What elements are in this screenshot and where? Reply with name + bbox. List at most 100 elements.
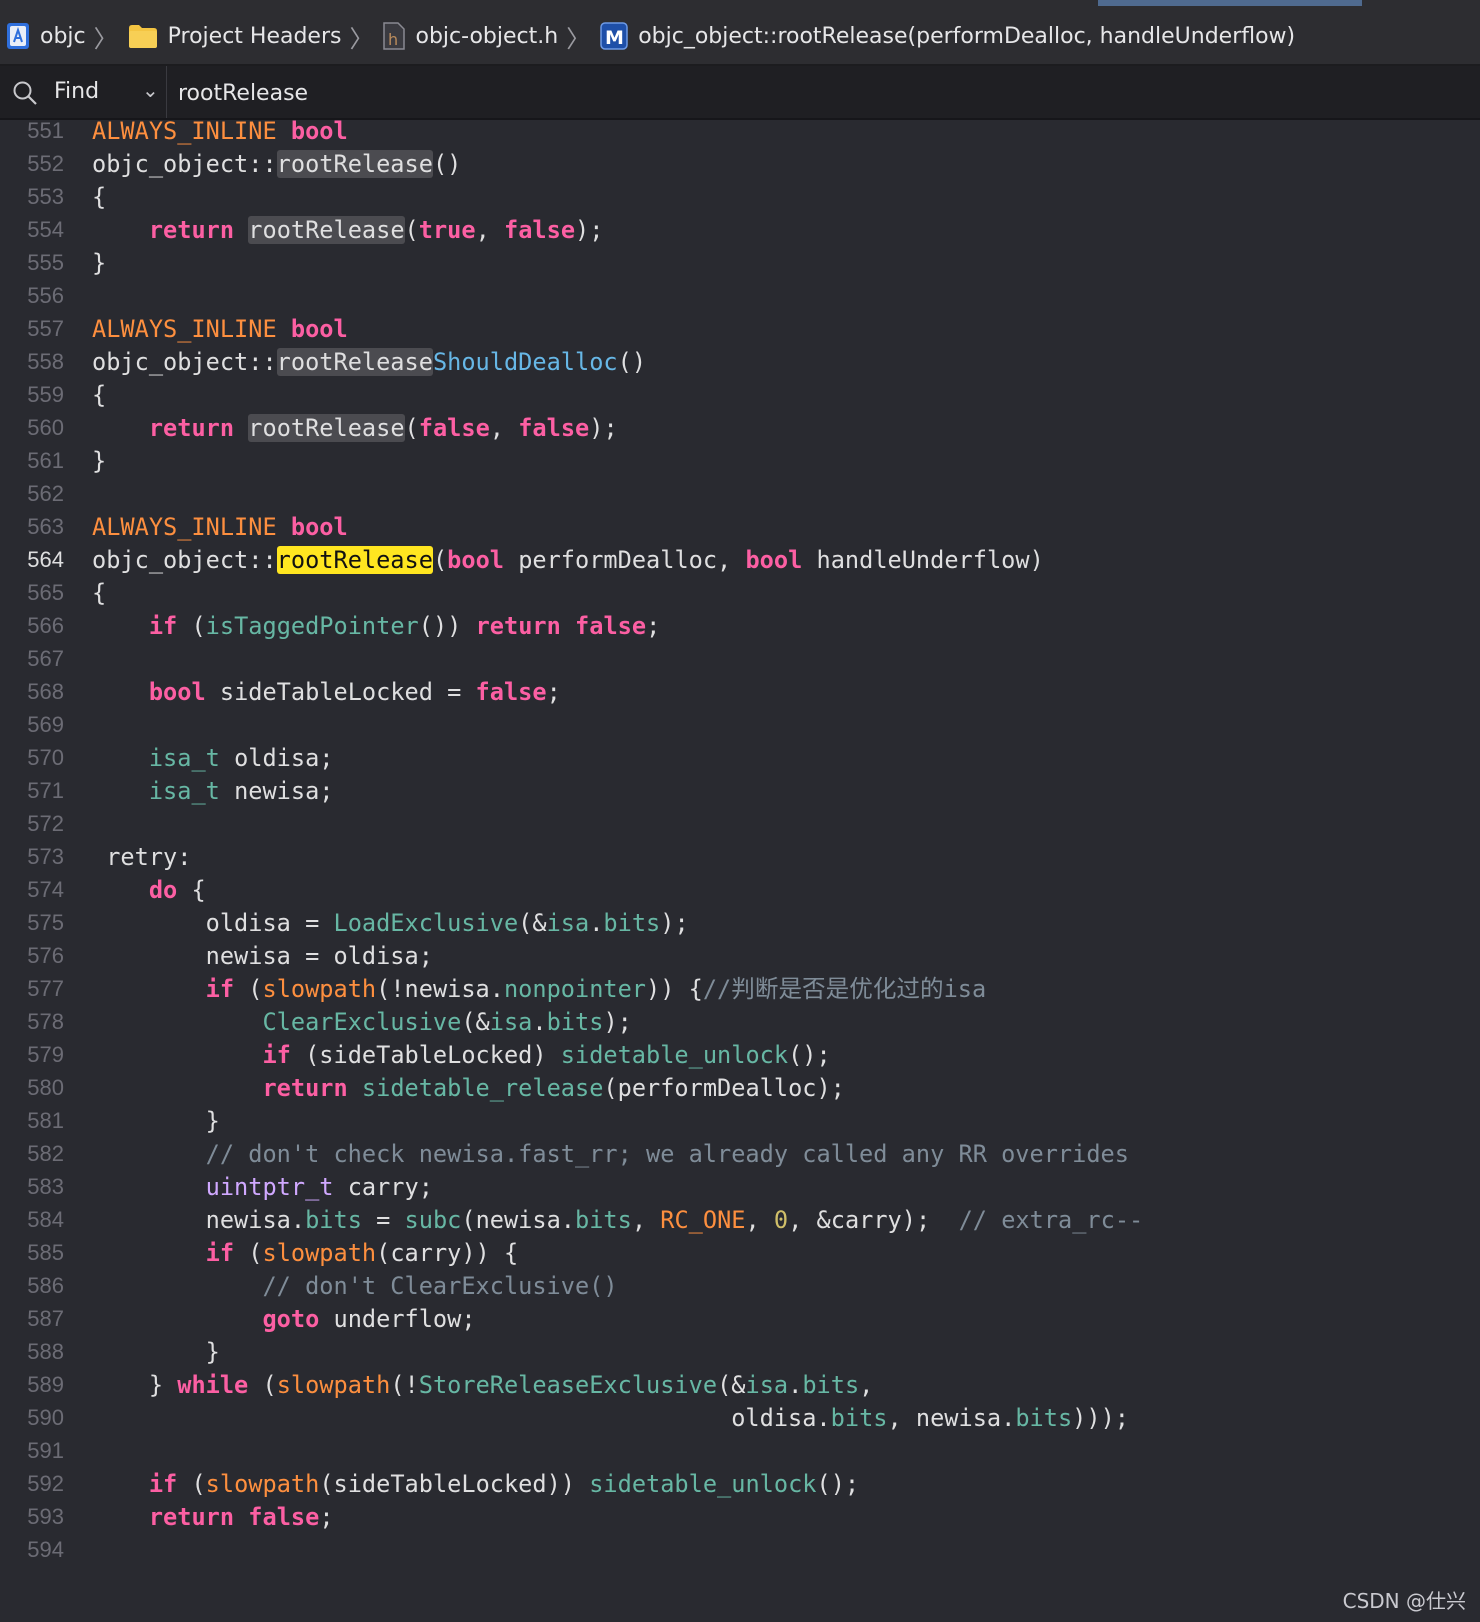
line-number: 576 bbox=[27, 943, 64, 968]
code-token: (& bbox=[518, 909, 547, 937]
code-token: { bbox=[92, 381, 107, 409]
code-token: = bbox=[361, 1206, 405, 1234]
code-line[interactable]: 555} bbox=[0, 246, 1480, 280]
code-line[interactable]: 578 ClearExclusive(&isa.bits); bbox=[0, 1005, 1480, 1039]
code-line[interactable]: 574 do { bbox=[0, 873, 1480, 907]
code-token: ALWAYS_INLINE bbox=[92, 513, 277, 541]
line-number: 556 bbox=[27, 283, 64, 308]
code-token: LoadExclusive bbox=[333, 909, 519, 937]
code-token: bool bbox=[290, 117, 348, 145]
code-token: objc_object:: bbox=[92, 546, 277, 574]
code-line[interactable]: 585 if (slowpath(carry)) { bbox=[0, 1236, 1480, 1270]
code-token: ( bbox=[177, 612, 206, 640]
code-token: . bbox=[788, 1371, 803, 1399]
code-token: performDealloc, bbox=[503, 546, 746, 574]
code-line[interactable]: 575 oldisa = LoadExclusive(&isa.bits); bbox=[0, 906, 1480, 940]
code-line[interactable]: 582 // don't check newisa.fast_rr; we al… bbox=[0, 1137, 1480, 1171]
line-number: 553 bbox=[27, 184, 64, 209]
code-line[interactable]: 573 retry: bbox=[0, 840, 1480, 874]
code-text: uintptr_t carry; bbox=[92, 1170, 433, 1204]
code-line[interactable]: 552 objc_object::rootRelease() bbox=[0, 147, 1480, 181]
breadcrumb-group[interactable]: Project Headers bbox=[128, 23, 341, 49]
code-token: isa_t bbox=[148, 777, 220, 805]
header-file-icon: h bbox=[383, 22, 406, 50]
find-input[interactable] bbox=[176, 74, 1460, 112]
code-token: , bbox=[745, 1206, 774, 1234]
code-line[interactable]: 588 } bbox=[0, 1335, 1480, 1369]
code-text: bool sideTableLocked = false; bbox=[92, 675, 561, 709]
code-line[interactable]: 553 { bbox=[0, 180, 1480, 214]
code-line[interactable]: 584 newisa.bits = subc(newisa.bits, RC_O… bbox=[0, 1203, 1480, 1237]
code-line[interactable]: 567 bbox=[0, 642, 1480, 676]
code-line[interactable]: 593 return false; bbox=[0, 1500, 1480, 1534]
code-line[interactable]: 551 ALWAYS_INLINE bool bbox=[0, 114, 1480, 148]
code-line[interactable]: 566 if (isTaggedPointer()) return false; bbox=[0, 609, 1480, 643]
tab-indicator bbox=[1098, 0, 1362, 6]
code-token: RC_ONE bbox=[660, 1206, 746, 1234]
code-line[interactable]: 589 } while (slowpath(!StoreReleaseExclu… bbox=[0, 1368, 1480, 1402]
line-number: 568 bbox=[27, 679, 64, 704]
code-line[interactable]: 581 } bbox=[0, 1104, 1480, 1138]
code-line[interactable]: 559 { bbox=[0, 378, 1480, 412]
code-token: )) { bbox=[646, 975, 703, 1003]
code-token: handleUnderflow) bbox=[802, 546, 1044, 574]
code-line[interactable]: 557 ALWAYS_INLINE bool bbox=[0, 312, 1480, 346]
code-line[interactable]: 594 bbox=[0, 1533, 1480, 1567]
code-line[interactable]: 576 newisa = oldisa; bbox=[0, 939, 1480, 973]
line-number: 567 bbox=[27, 646, 64, 671]
code-text: oldisa = LoadExclusive(&isa.bits); bbox=[92, 906, 689, 940]
code-line[interactable]: 564 objc_object::rootRelease(bool perform… bbox=[0, 543, 1480, 577]
code-line[interactable]: 592 if (slowpath(sideTableLocked)) sidet… bbox=[0, 1467, 1480, 1501]
code-line[interactable]: 568 bool sideTableLocked = false; bbox=[0, 675, 1480, 709]
code-line[interactable]: 563 ALWAYS_INLINE bool bbox=[0, 510, 1480, 544]
code-text: newisa.bits = subc(newisa.bits, RC_ONE, … bbox=[92, 1203, 1144, 1237]
code-line[interactable]: 570 isa_t oldisa; bbox=[0, 741, 1480, 775]
code-line[interactable]: 586 // don't ClearExclusive() bbox=[0, 1269, 1480, 1303]
code-text: goto underflow; bbox=[92, 1302, 475, 1336]
code-line[interactable]: 591 bbox=[0, 1434, 1480, 1468]
code-token: bits bbox=[305, 1206, 362, 1234]
code-token: false bbox=[418, 414, 490, 442]
code-line[interactable]: 562 bbox=[0, 477, 1480, 511]
code-text: if (sideTableLocked) sidetable_unlock(); bbox=[92, 1038, 830, 1072]
line-number: 584 bbox=[27, 1207, 64, 1232]
code-token: newisa = oldisa; bbox=[92, 942, 433, 970]
find-mode-dropdown[interactable]: Find ⌄ bbox=[0, 66, 167, 118]
code-line[interactable]: 577 if (slowpath(!newisa.nonpointer)) {/… bbox=[0, 972, 1480, 1006]
code-line[interactable]: 560 return rootRelease(false, false); bbox=[0, 411, 1480, 445]
code-token: bits bbox=[603, 909, 661, 937]
code-line[interactable]: 556 bbox=[0, 279, 1480, 313]
code-line[interactable]: 571 isa_t newisa; bbox=[0, 774, 1480, 808]
breadcrumb-file[interactable]: h objc-object.h bbox=[383, 22, 558, 50]
code-line[interactable]: 572 bbox=[0, 807, 1480, 841]
code-line[interactable]: 558 objc_object::rootReleaseShouldDealloc… bbox=[0, 345, 1480, 379]
code-token: sidetable_release bbox=[361, 1074, 604, 1102]
code-text: ALWAYS_INLINE bool bbox=[92, 312, 348, 346]
code-line[interactable]: 587 goto underflow; bbox=[0, 1302, 1480, 1336]
code-line[interactable]: 579 if (sideTableLocked) sidetable_unloc… bbox=[0, 1038, 1480, 1072]
code-text: { bbox=[92, 180, 106, 214]
code-line[interactable]: 569 bbox=[0, 708, 1480, 742]
code-text: isa_t newisa; bbox=[92, 774, 334, 808]
breadcrumb-project[interactable]: objc bbox=[6, 22, 86, 50]
code-token: slowpath bbox=[262, 975, 377, 1003]
code-line[interactable]: 583 uintptr_t carry; bbox=[0, 1170, 1480, 1204]
code-line[interactable]: 590 oldisa.bits, newisa.bits))); bbox=[0, 1401, 1480, 1435]
watermark: CSDN @仕兴 bbox=[1342, 1589, 1466, 1613]
code-token: if bbox=[148, 612, 178, 640]
code-token: } bbox=[92, 1371, 178, 1399]
code-line[interactable]: 565 { bbox=[0, 576, 1480, 610]
code-text: oldisa.bits, newisa.bits))); bbox=[92, 1401, 1129, 1435]
code-line[interactable]: 561} bbox=[0, 444, 1480, 478]
breadcrumb-symbol[interactable]: M objc_object::rootRelease(performDeallo… bbox=[600, 22, 1295, 50]
code-line[interactable]: 580 return sidetable_release(performDeal… bbox=[0, 1071, 1480, 1105]
code-line[interactable]: 554 return rootRelease(true, false); bbox=[0, 213, 1480, 247]
